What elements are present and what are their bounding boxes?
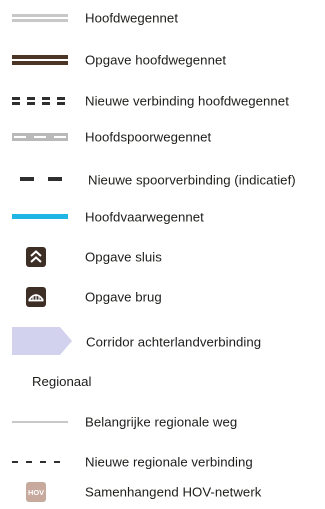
legend-item-opgave-sluis: Opgave sluis bbox=[0, 242, 325, 272]
legend-label: Corridor achterlandverbinding bbox=[86, 334, 262, 350]
legend-item-nieuwe-verbinding-hoofdwegennet: Nieuwe verbinding hoofdwegennet bbox=[0, 86, 325, 116]
legend-label: Nieuwe regionale verbinding bbox=[85, 454, 253, 470]
legend-item-hoofdwegennet: Hoofdwegennet bbox=[0, 3, 325, 33]
legend-item-corridor-achterlandverbinding: Corridor achterlandverbinding bbox=[0, 327, 325, 357]
legend-item-hoofdspoorwegennet: Hoofdspoorwegennet bbox=[0, 122, 325, 152]
section-title-regionaal: Regionaal bbox=[32, 374, 92, 389]
legend-label: Nieuwe verbinding hoofdwegennet bbox=[85, 93, 289, 109]
bridge-icon bbox=[26, 287, 46, 307]
legend-label: Nieuwe spoorverbinding (indicatief) bbox=[88, 172, 296, 188]
lavender-arrow-corridor-icon bbox=[12, 326, 72, 356]
legend-label: Samenhangend HOV-netwerk bbox=[85, 484, 262, 500]
legend-label: Opgave brug bbox=[85, 289, 162, 305]
legend-label: Belangrijke regionale weg bbox=[85, 414, 238, 430]
dark-short-dash-line-icon bbox=[12, 460, 68, 464]
double-grey-line-icon bbox=[12, 13, 68, 23]
legend-item-nieuwe-regionale-verbinding: Nieuwe regionale verbinding bbox=[0, 447, 325, 477]
lock-icon bbox=[26, 247, 46, 267]
legend-item-samenhangend-hov-netwerk: HOV Samenhangend HOV-netwerk bbox=[0, 477, 325, 507]
legend-item-nieuwe-spoorverbinding: Nieuwe spoorverbinding (indicatief) bbox=[0, 165, 325, 195]
thin-grey-line-icon bbox=[12, 420, 68, 424]
legend-label: Hoofdspoorwegennet bbox=[85, 129, 212, 145]
dark-dashed-line-icon bbox=[20, 175, 64, 183]
legend-label: Opgave hoofdwegennet bbox=[85, 52, 227, 68]
legend-item-opgave-brug: Opgave brug bbox=[0, 282, 325, 312]
dark-brown-double-line-icon bbox=[12, 54, 68, 66]
legend-item-opgave-hoofdwegennet: Opgave hoofdwegennet bbox=[0, 45, 325, 75]
legend-label: Hoofdwegennet bbox=[85, 10, 179, 26]
legend-label: Opgave sluis bbox=[85, 249, 162, 265]
hov-badge-text: HOV bbox=[28, 488, 44, 497]
map-legend: Hoofdwegennet Opgave hoofdwegennet Nieuw… bbox=[0, 0, 325, 509]
dashed-dark-double-line-icon bbox=[12, 96, 68, 106]
legend-item-hoofdvaarwegennet: Hoofdvaarwegennet bbox=[0, 202, 325, 232]
blue-waterway-line-icon bbox=[12, 213, 68, 221]
legend-item-belangrijke-regionale-weg: Belangrijke regionale weg bbox=[0, 407, 325, 437]
grey-railway-line-icon bbox=[12, 132, 68, 142]
legend-label: Hoofdvaarwegennet bbox=[85, 209, 204, 225]
hov-badge-icon: HOV bbox=[26, 482, 46, 502]
